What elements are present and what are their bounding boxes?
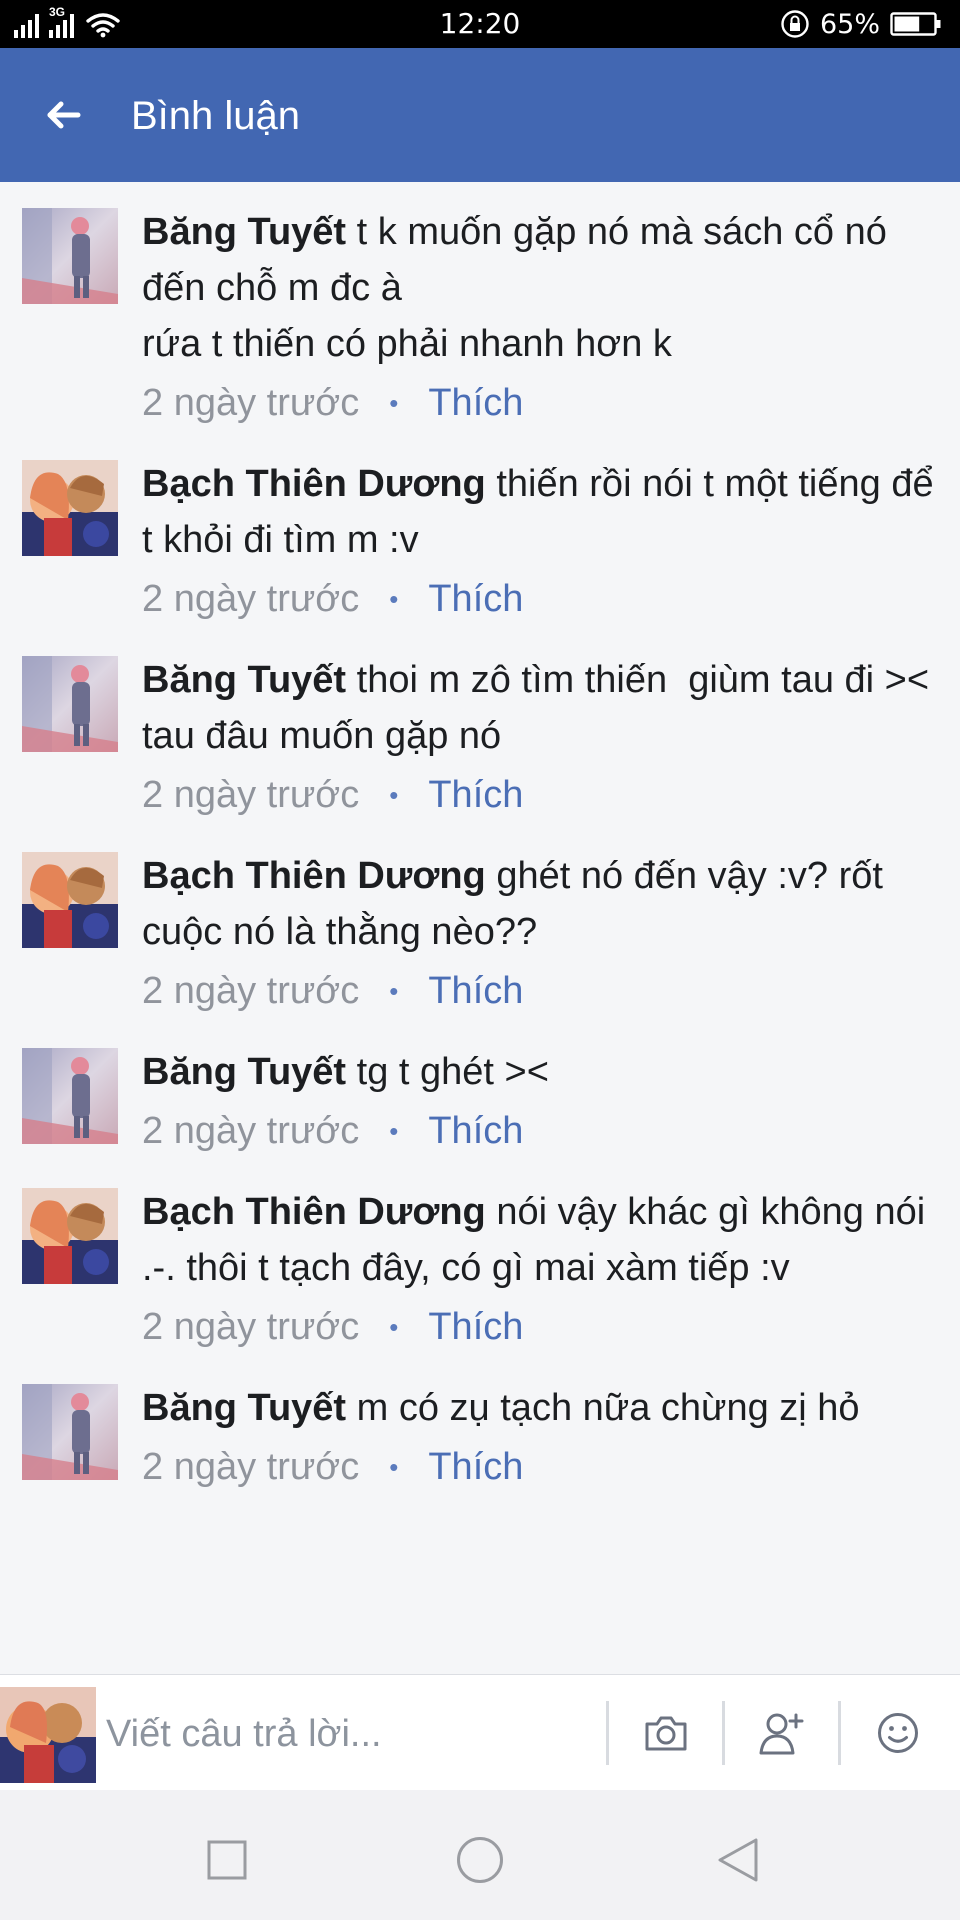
system-nav-bar bbox=[0, 1790, 960, 1920]
comment-text: Bạch Thiên Dương thiến rồi nói t một tiế… bbox=[142, 434, 940, 568]
separator-dot: • bbox=[389, 1312, 399, 1342]
separator-dot: • bbox=[389, 388, 399, 418]
comment-timestamp: 2 ngày trước bbox=[142, 1110, 360, 1152]
comment-author[interactable]: Băng Tuyết bbox=[142, 1051, 346, 1093]
home-icon bbox=[457, 1837, 503, 1883]
comment-timestamp: 2 ngày trước bbox=[142, 774, 360, 816]
app-bar: Bình luận bbox=[0, 48, 960, 182]
comment-text: Băng Tuyết m có zụ tạch nữa chừng zị hỏ bbox=[142, 1358, 940, 1436]
camera-icon bbox=[645, 1716, 687, 1751]
status-bar: 3G 12:20 65% bbox=[0, 0, 960, 48]
comments-list[interactable]: Băng Tuyết t k muốn gặp nó mà sách cổ nó… bbox=[0, 182, 960, 1674]
avatar[interactable] bbox=[22, 1188, 118, 1284]
separator-dot: • bbox=[389, 780, 399, 810]
recent-apps-button[interactable] bbox=[197, 1830, 257, 1890]
back-triangle-icon bbox=[718, 1838, 758, 1882]
comment-text: Băng Tuyết tg t ghét >< bbox=[142, 1022, 940, 1100]
like-button[interactable]: Thích bbox=[428, 375, 523, 431]
comment-timestamp: 2 ngày trước bbox=[142, 1446, 360, 1488]
comment-author[interactable]: Băng Tuyết bbox=[142, 211, 346, 253]
avatar[interactable] bbox=[22, 460, 118, 556]
divider bbox=[838, 1701, 841, 1765]
separator-dot: • bbox=[389, 1452, 399, 1482]
comment-author[interactable]: Băng Tuyết bbox=[142, 659, 346, 701]
comment-meta: 2 ngày trước • Thích bbox=[142, 1100, 940, 1162]
comment-meta: 2 ngày trước • Thích bbox=[142, 960, 940, 1022]
separator-dot: • bbox=[389, 976, 399, 1006]
comment-timestamp: 2 ngày trước bbox=[142, 1306, 360, 1348]
like-button[interactable]: Thích bbox=[428, 963, 523, 1019]
battery-icon bbox=[890, 12, 941, 36]
avatar[interactable] bbox=[22, 1048, 118, 1144]
arrow-left-icon bbox=[47, 101, 81, 129]
divider bbox=[606, 1701, 609, 1765]
comment-body: tg t ghét >< bbox=[346, 1051, 549, 1093]
comment-item: Bạch Thiên Dương ghét nó đến vậy :v? rốt… bbox=[0, 826, 960, 1022]
separator-dot: • bbox=[389, 584, 399, 614]
comment-meta: 2 ngày trước • Thích bbox=[142, 1436, 940, 1498]
comment-text: Băng Tuyết thoi m zô tìm thiến giùm tau … bbox=[142, 630, 940, 764]
avatar[interactable] bbox=[22, 852, 118, 948]
back-button[interactable] bbox=[34, 88, 94, 142]
like-button[interactable]: Thích bbox=[428, 1439, 523, 1495]
like-button[interactable]: Thích bbox=[428, 767, 523, 823]
comment-author[interactable]: Bạch Thiên Dương bbox=[142, 855, 486, 897]
like-button[interactable]: Thích bbox=[428, 1299, 523, 1355]
avatar[interactable] bbox=[22, 1384, 118, 1480]
comment-meta: 2 ngày trước • Thích bbox=[142, 764, 940, 826]
comment-timestamp: 2 ngày trước bbox=[142, 970, 360, 1012]
comment-item: Băng Tuyết m có zụ tạch nữa chừng zị hỏ 2… bbox=[0, 1358, 960, 1498]
comment-author[interactable]: Băng Tuyết bbox=[142, 1387, 346, 1429]
avatar bbox=[0, 1687, 96, 1783]
comment-body: m có zụ tạch nữa chừng zị hỏ bbox=[346, 1387, 860, 1429]
like-button[interactable]: Thích bbox=[428, 1103, 523, 1159]
home-button[interactable] bbox=[450, 1830, 510, 1890]
reply-composer bbox=[0, 1674, 960, 1791]
comment-author[interactable]: Bạch Thiên Dương bbox=[142, 1191, 486, 1233]
emoji-button[interactable] bbox=[868, 1703, 928, 1763]
battery-percent: 65% bbox=[819, 8, 880, 40]
comment-item: Băng Tuyết t k muốn gặp nó mà sách cổ nó… bbox=[0, 182, 960, 434]
comment-timestamp: 2 ngày trước bbox=[142, 578, 360, 620]
comment-item: Bạch Thiên Dương nói vậy khác gì không n… bbox=[0, 1162, 960, 1358]
reply-input[interactable] bbox=[104, 1697, 598, 1771]
comment-meta: 2 ngày trước • Thích bbox=[142, 1296, 940, 1358]
anime-avatar-image bbox=[0, 1687, 96, 1783]
like-button[interactable]: Thích bbox=[428, 571, 523, 627]
system-back-button[interactable] bbox=[708, 1830, 768, 1890]
camera-button[interactable] bbox=[636, 1703, 696, 1763]
comment-text: Bạch Thiên Dương nói vậy khác gì không n… bbox=[142, 1162, 940, 1296]
status-right-group: 65% bbox=[780, 8, 942, 40]
avatar[interactable] bbox=[22, 656, 118, 752]
recent-apps-icon bbox=[207, 1840, 247, 1880]
rotation-lock-icon bbox=[781, 10, 809, 38]
comment-author[interactable]: Bạch Thiên Dương bbox=[142, 463, 486, 505]
tag-friend-icon bbox=[759, 1713, 804, 1755]
comment-text: Băng Tuyết t k muốn gặp nó mà sách cổ nó… bbox=[142, 182, 940, 372]
separator-dot: • bbox=[389, 1116, 399, 1146]
comment-meta: 2 ngày trước • Thích bbox=[142, 372, 940, 434]
comment-item: Băng Tuyết tg t ghét >< 2 ngày trước • Thíc… bbox=[0, 1022, 960, 1162]
avatar[interactable] bbox=[22, 208, 118, 304]
tag-friend-button[interactable] bbox=[752, 1703, 812, 1763]
comment-timestamp: 2 ngày trước bbox=[142, 382, 360, 424]
comment-item: Bạch Thiên Dương thiến rồi nói t một tiế… bbox=[0, 434, 960, 630]
comment-text: Bạch Thiên Dương ghét nó đến vậy :v? rốt… bbox=[142, 826, 940, 960]
page-title: Bình luận bbox=[131, 94, 301, 138]
comment-meta: 2 ngày trước • Thích bbox=[142, 568, 940, 630]
divider bbox=[722, 1701, 725, 1765]
comment-item: Băng Tuyết thoi m zô tìm thiến giùm tau … bbox=[0, 630, 960, 826]
emoji-icon bbox=[878, 1713, 918, 1753]
